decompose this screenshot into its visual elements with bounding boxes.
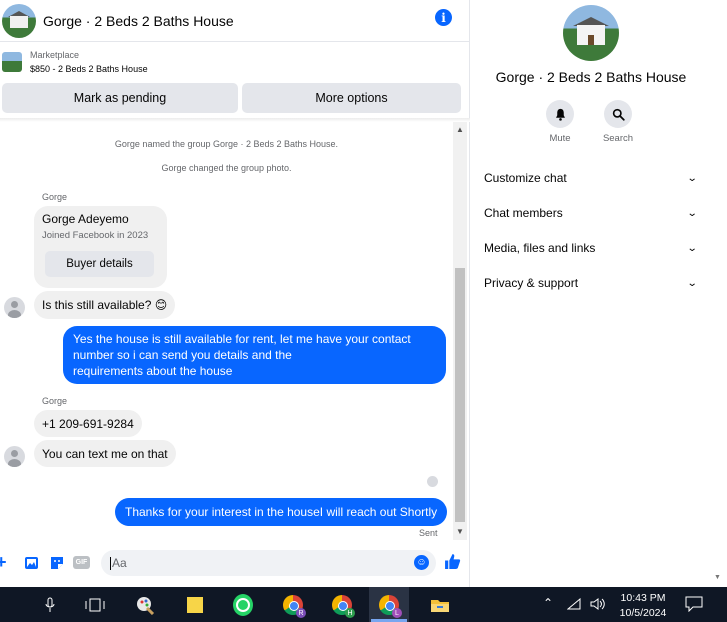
microphone-icon[interactable] <box>40 595 60 615</box>
chrome-profile-h-icon[interactable]: H <box>332 595 355 618</box>
listing-thumbnail <box>2 52 22 72</box>
sticky-notes-icon[interactable] <box>185 595 205 615</box>
chat-scrollbar[interactable]: ▲ ▼ <box>453 122 467 540</box>
sender-name: Gorge <box>42 396 68 406</box>
listing-price: $850 - 2 Beds 2 Baths House <box>30 64 148 74</box>
mute-label: Mute <box>549 133 571 144</box>
chevron-down-icon: ⌄ <box>686 172 698 184</box>
buyer-card: Gorge Adeyemo Joined Facebook in 2023 Bu… <box>34 206 167 288</box>
message-line: requirements about the house <box>73 364 233 378</box>
gif-icon[interactable]: GIF <box>73 556 90 569</box>
task-view-icon[interactable] <box>85 595 105 615</box>
message-list: Gorge named the group Gorge · 2 Beds 2 B… <box>0 122 453 542</box>
profile-badge: H <box>345 608 355 618</box>
message-line: Yes the house is still available for ren… <box>73 332 411 346</box>
wifi-icon[interactable] <box>566 597 581 613</box>
menu-customize-chat[interactable]: Customize chat ⌄ <box>484 168 698 188</box>
scroll-thumb[interactable] <box>455 268 465 522</box>
group-avatar[interactable] <box>2 3 36 38</box>
sender-name: Gorge <box>42 192 68 202</box>
side-title: Gorge · 2 Beds 2 Baths House <box>495 69 687 85</box>
screen: Gorge · 2 Beds 2 Baths House i Marketpla… <box>0 0 727 622</box>
chat-header: Gorge · 2 Beds 2 Baths House i <box>0 0 470 42</box>
menu-label: Chat members <box>484 206 563 220</box>
sender-avatar[interactable] <box>4 446 25 467</box>
input-placeholder: Aa <box>112 556 127 570</box>
mute-button[interactable]: Mute <box>535 100 585 144</box>
incoming-message[interactable]: +1 209-691-9284 <box>34 410 142 437</box>
scroll-down-icon[interactable]: ▼ <box>714 574 721 581</box>
taskbar: R H L ⌃ 10:43 PM 10/5/2024 <box>0 587 727 622</box>
mark-as-pending-button[interactable]: Mark as pending <box>2 83 238 113</box>
marketplace-label: Marketplace <box>30 50 80 60</box>
profile-badge: R <box>296 608 306 618</box>
search-button[interactable]: Search <box>593 100 643 144</box>
chrome-profile-r-icon[interactable]: R <box>283 595 306 618</box>
seen-avatar <box>427 476 438 487</box>
image-icon[interactable] <box>24 555 40 574</box>
time: 10:43 PM <box>620 592 666 604</box>
clock[interactable]: 10:43 PM 10/5/2024 <box>613 591 673 621</box>
plus-icon[interactable]: + <box>0 552 7 573</box>
incoming-message[interactable]: You can text me on that <box>34 440 176 467</box>
bell-icon <box>546 100 574 128</box>
profile-badge: L <box>392 608 402 618</box>
scroll-down-icon[interactable]: ▼ <box>453 524 467 538</box>
chevron-down-icon: ⌄ <box>686 207 698 219</box>
more-options-button[interactable]: More options <box>242 83 461 113</box>
menu-privacy-support[interactable]: Privacy & support ⌄ <box>484 273 698 293</box>
system-message: Gorge named the group Gorge · 2 Beds 2 B… <box>114 139 339 149</box>
chrome-profile-l-icon[interactable]: L <box>379 595 402 618</box>
listing-actions: Mark as pending More options <box>0 83 470 113</box>
menu-label: Customize chat <box>484 171 567 185</box>
sticker-icon[interactable] <box>49 555 65 574</box>
message-line: number so i can send you details and the <box>73 348 292 362</box>
outgoing-message[interactable]: Yes the house is still available for ren… <box>63 326 446 384</box>
file-explorer-icon[interactable] <box>430 595 450 615</box>
sender-avatar[interactable] <box>4 297 25 318</box>
chat-title[interactable]: Gorge · 2 Beds 2 Baths House <box>43 13 234 29</box>
marketplace-banner[interactable]: Marketplace $850 - 2 Beds 2 Baths House <box>0 43 470 81</box>
menu-media-files-links[interactable]: Media, files and links ⌄ <box>484 238 698 258</box>
info-icon[interactable]: i <box>435 9 452 26</box>
emoji-icon[interactable]: ☺ <box>414 555 429 570</box>
system-message: Gorge changed the group photo. <box>161 163 292 173</box>
message-input[interactable]: Aa ☺ <box>101 550 436 576</box>
buyer-details-button[interactable]: Buyer details <box>45 251 154 277</box>
notification-icon[interactable] <box>685 596 703 615</box>
buyer-joined: Joined Facebook in 2023 <box>42 230 149 241</box>
outgoing-message[interactable]: Thanks for your interest in the houseI w… <box>115 498 448 526</box>
buyer-name: Gorge Adeyemo <box>42 212 129 226</box>
volume-icon[interactable] <box>590 598 606 613</box>
thumbs-up-icon[interactable] <box>444 553 461 575</box>
chevron-down-icon: ⌄ <box>686 277 698 289</box>
date: 10/5/2024 <box>619 607 667 619</box>
sent-status: Sent <box>419 528 438 538</box>
composer: + GIF Aa ☺ <box>0 546 470 580</box>
chat-info-panel: Gorge · 2 Beds 2 Baths House Mute Search… <box>471 0 727 587</box>
chevron-up-icon[interactable]: ⌃ <box>543 596 553 610</box>
search-icon <box>604 100 632 128</box>
menu-label: Privacy & support <box>484 276 579 290</box>
menu-label: Media, files and links <box>484 241 596 255</box>
menu-chat-members[interactable]: Chat members ⌄ <box>484 203 698 223</box>
scroll-up-icon[interactable]: ▲ <box>453 122 467 136</box>
chat-panel: Gorge · 2 Beds 2 Baths House i Marketpla… <box>0 0 470 587</box>
incoming-message[interactable]: Is this still available? 😊 <box>34 291 176 319</box>
whatsapp-icon[interactable] <box>233 594 253 616</box>
group-photo[interactable] <box>563 5 619 61</box>
app-icon-paint[interactable] <box>135 595 155 615</box>
chevron-down-icon: ⌄ <box>686 242 698 254</box>
search-label: Search <box>602 133 634 144</box>
